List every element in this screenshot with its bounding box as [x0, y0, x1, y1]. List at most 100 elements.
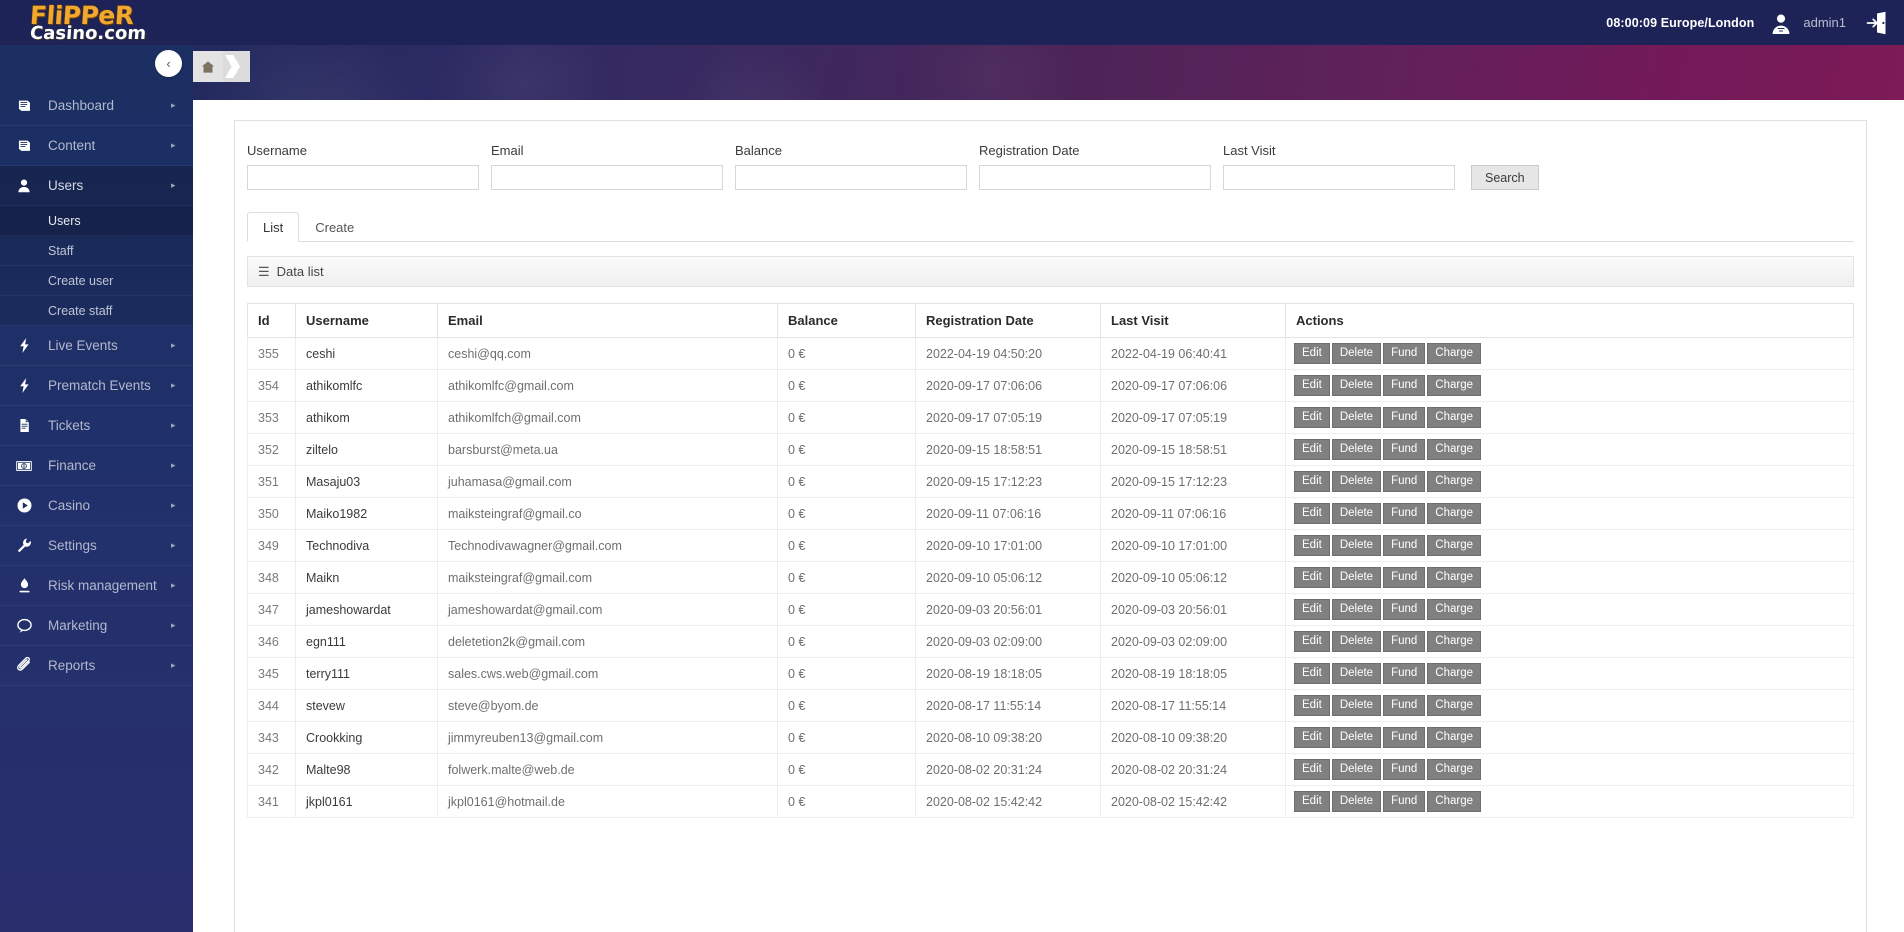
- charge-button[interactable]: Charge: [1427, 662, 1482, 685]
- edit-button[interactable]: Edit: [1294, 470, 1330, 493]
- fund-button[interactable]: Fund: [1383, 758, 1426, 781]
- fund-button[interactable]: Fund: [1383, 502, 1426, 525]
- column-header-last-visit[interactable]: Last Visit: [1100, 303, 1286, 338]
- delete-button[interactable]: Delete: [1331, 726, 1382, 749]
- edit-button[interactable]: Edit: [1294, 662, 1330, 685]
- delete-button[interactable]: Delete: [1331, 438, 1382, 461]
- sidebar-item-dashboard[interactable]: Dashboard ▸: [0, 86, 193, 126]
- charge-button[interactable]: Charge: [1427, 342, 1482, 365]
- play-circle-icon: [0, 497, 48, 514]
- search-button[interactable]: Search: [1471, 165, 1539, 190]
- search-input-registration-date[interactable]: [979, 165, 1211, 190]
- fund-button[interactable]: Fund: [1383, 694, 1426, 717]
- edit-button[interactable]: Edit: [1294, 790, 1330, 813]
- sidebar-item-reports[interactable]: Reports ▸: [0, 646, 193, 686]
- delete-button[interactable]: Delete: [1331, 342, 1382, 365]
- edit-button[interactable]: Edit: [1294, 502, 1330, 525]
- fund-button[interactable]: Fund: [1383, 470, 1426, 493]
- edit-button[interactable]: Edit: [1294, 342, 1330, 365]
- delete-button[interactable]: Delete: [1331, 406, 1382, 429]
- delete-button[interactable]: Delete: [1331, 694, 1382, 717]
- column-header-balance[interactable]: Balance: [777, 303, 916, 338]
- sidebar-item-content[interactable]: Content ▸: [0, 126, 193, 166]
- column-header-email[interactable]: Email: [437, 303, 778, 338]
- fund-button[interactable]: Fund: [1383, 726, 1426, 749]
- edit-button[interactable]: Edit: [1294, 534, 1330, 557]
- fund-button[interactable]: Fund: [1383, 406, 1426, 429]
- tab-create[interactable]: Create: [299, 212, 370, 242]
- delete-button[interactable]: Delete: [1331, 790, 1382, 813]
- delete-button[interactable]: Delete: [1331, 598, 1382, 621]
- fund-button[interactable]: Fund: [1383, 438, 1426, 461]
- filter-field-balance: Balance: [735, 143, 967, 190]
- charge-button[interactable]: Charge: [1427, 374, 1482, 397]
- search-input-last-visit[interactable]: [1223, 165, 1455, 190]
- search-input-username[interactable]: [247, 165, 479, 190]
- edit-button[interactable]: Edit: [1294, 406, 1330, 429]
- delete-button[interactable]: Delete: [1331, 470, 1382, 493]
- sidebar-item-marketing[interactable]: Marketing ▸: [0, 606, 193, 646]
- delete-button[interactable]: Delete: [1331, 566, 1382, 589]
- edit-button[interactable]: Edit: [1294, 726, 1330, 749]
- edit-button[interactable]: Edit: [1294, 694, 1330, 717]
- sidebar-subitem-create-user[interactable]: Create user: [0, 266, 193, 296]
- charge-button[interactable]: Charge: [1427, 406, 1482, 429]
- fund-button[interactable]: Fund: [1383, 598, 1426, 621]
- charge-button[interactable]: Charge: [1427, 694, 1482, 717]
- column-header-registration-date[interactable]: Registration Date: [915, 303, 1101, 338]
- sidebar-item-casino[interactable]: Casino ▸: [0, 486, 193, 526]
- sidebar-item-live-events[interactable]: Live Events ▸: [0, 326, 193, 366]
- sidebar-subitem-users[interactable]: Users: [0, 206, 193, 236]
- delete-button[interactable]: Delete: [1331, 502, 1382, 525]
- charge-button[interactable]: Charge: [1427, 598, 1482, 621]
- delete-button[interactable]: Delete: [1331, 534, 1382, 557]
- logout-door-icon[interactable]: [1860, 10, 1890, 36]
- sidebar-item-finance[interactable]: Finance ▸: [0, 446, 193, 486]
- charge-button[interactable]: Charge: [1427, 758, 1482, 781]
- delete-button[interactable]: Delete: [1331, 374, 1382, 397]
- charge-button[interactable]: Charge: [1427, 502, 1482, 525]
- fund-button[interactable]: Fund: [1383, 374, 1426, 397]
- delete-button[interactable]: Delete: [1331, 758, 1382, 781]
- charge-button[interactable]: Charge: [1427, 630, 1482, 653]
- charge-button[interactable]: Charge: [1427, 790, 1482, 813]
- sidebar-item-tickets[interactable]: Tickets ▸: [0, 406, 193, 446]
- sidebar-item-risk-management[interactable]: Risk management ▸: [0, 566, 193, 606]
- sidebar-subitem-staff[interactable]: Staff: [0, 236, 193, 266]
- charge-button[interactable]: Charge: [1427, 470, 1482, 493]
- fund-button[interactable]: Fund: [1383, 342, 1426, 365]
- delete-button[interactable]: Delete: [1331, 630, 1382, 653]
- search-input-balance[interactable]: [735, 165, 967, 190]
- brand-logo[interactable]: FliPPeR Casino.com: [29, 1, 190, 45]
- charge-button[interactable]: Charge: [1427, 534, 1482, 557]
- fund-button[interactable]: Fund: [1383, 630, 1426, 653]
- column-header-username[interactable]: Username: [295, 303, 438, 338]
- sidebar-subitem-create-staff[interactable]: Create staff: [0, 296, 193, 326]
- edit-button[interactable]: Edit: [1294, 630, 1330, 653]
- delete-button[interactable]: Delete: [1331, 662, 1382, 685]
- home-icon[interactable]: [193, 51, 223, 82]
- fund-button[interactable]: Fund: [1383, 790, 1426, 813]
- charge-button[interactable]: Charge: [1427, 566, 1482, 589]
- sidebar-item-users[interactable]: Users ▸: [0, 166, 193, 206]
- sidebar-item-prematch-events[interactable]: Prematch Events ▸: [0, 366, 193, 406]
- edit-button[interactable]: Edit: [1294, 374, 1330, 397]
- charge-button[interactable]: Charge: [1427, 726, 1482, 749]
- column-header-id[interactable]: Id: [247, 303, 296, 338]
- fund-button[interactable]: Fund: [1383, 534, 1426, 557]
- cell-registration-date: 2020-08-10 09:38:20: [915, 721, 1101, 754]
- edit-button[interactable]: Edit: [1294, 758, 1330, 781]
- edit-button[interactable]: Edit: [1294, 598, 1330, 621]
- sidebar-collapse-button[interactable]: ‹: [155, 50, 182, 77]
- edit-button[interactable]: Edit: [1294, 438, 1330, 461]
- fund-button[interactable]: Fund: [1383, 566, 1426, 589]
- table-row: 355 ceshi ceshi@qq.com 0 €2022-04-19 04:50:…: [247, 337, 1854, 370]
- cell-email: steve@byom.de: [437, 689, 778, 722]
- search-input-email[interactable]: [491, 165, 723, 190]
- user-menu[interactable]: admin1: [1768, 10, 1846, 36]
- edit-button[interactable]: Edit: [1294, 566, 1330, 589]
- fund-button[interactable]: Fund: [1383, 662, 1426, 685]
- sidebar-item-settings[interactable]: Settings ▸: [0, 526, 193, 566]
- charge-button[interactable]: Charge: [1427, 438, 1482, 461]
- tab-list[interactable]: List: [247, 212, 300, 242]
